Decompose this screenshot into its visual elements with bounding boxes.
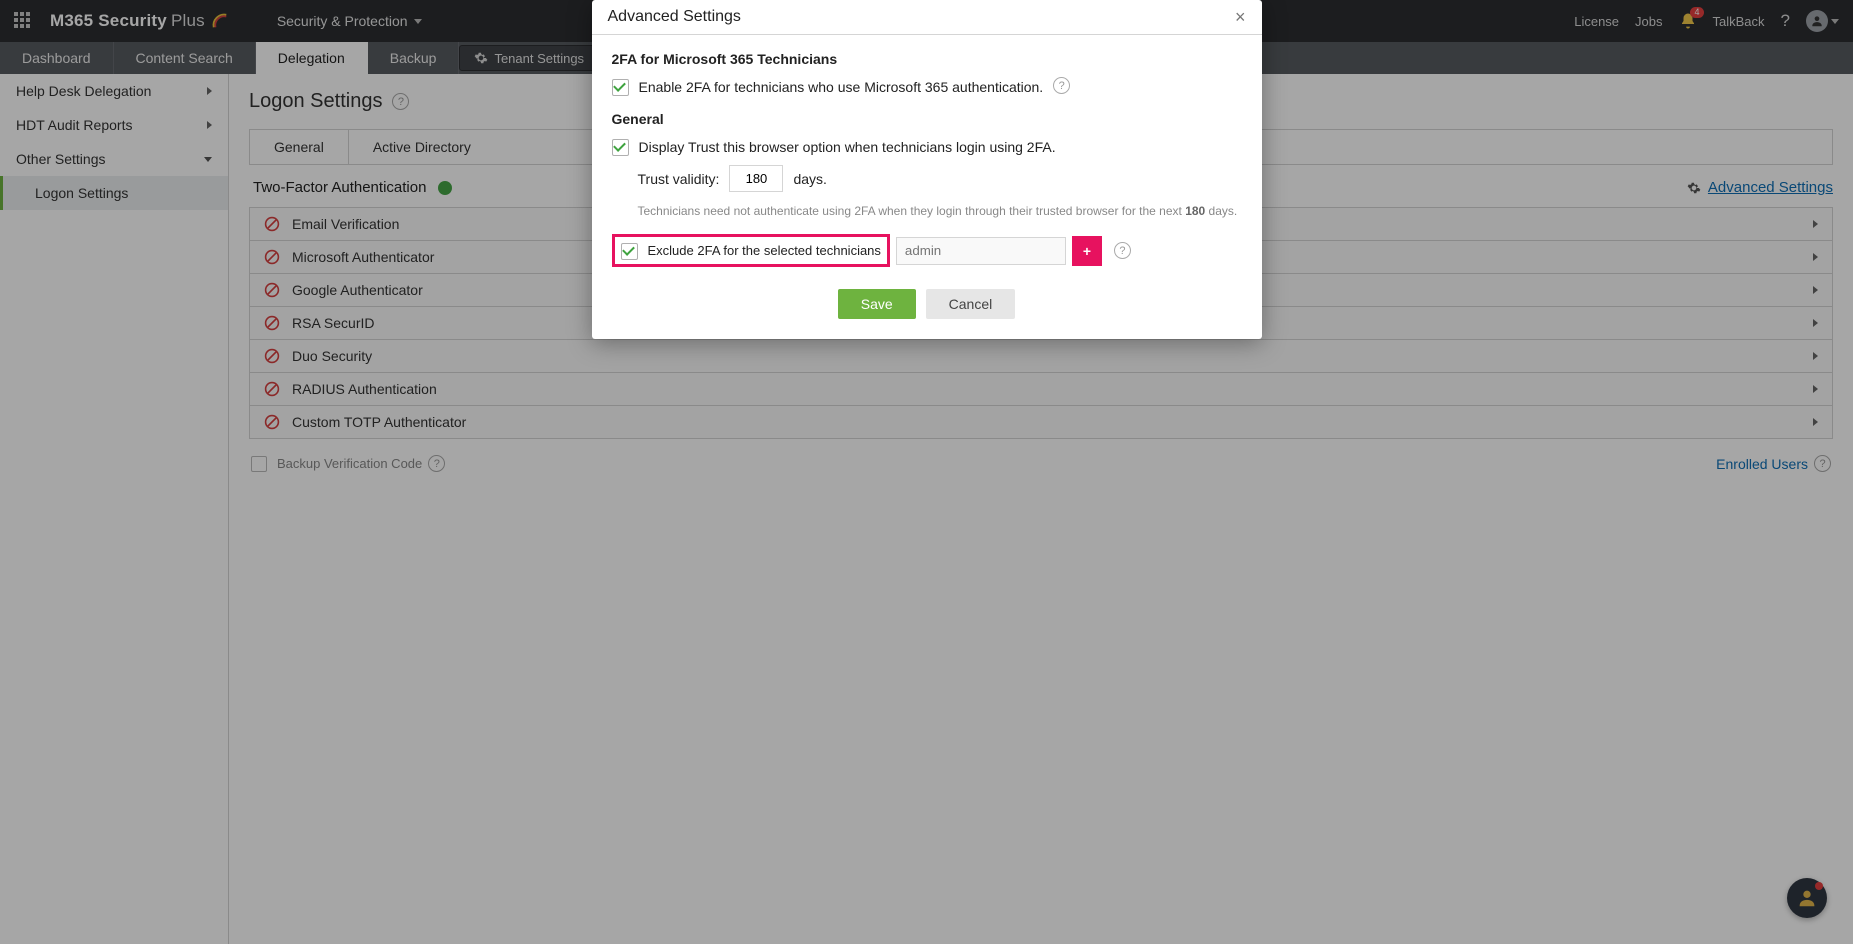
trust-validity-row: Trust validity: days. [638, 165, 1242, 192]
section-title-365: 2FA for Microsoft 365 Technicians [612, 51, 1242, 67]
close-icon[interactable]: × [1235, 8, 1246, 26]
exclude-tech-input[interactable] [896, 237, 1066, 265]
save-button[interactable]: Save [838, 289, 916, 319]
trust-days-input[interactable] [729, 165, 783, 192]
checkbox-exclude-2fa[interactable] [621, 243, 638, 260]
modal-buttons: Save Cancel [612, 289, 1242, 319]
row-label: Display Trust this browser option when t… [639, 137, 1056, 157]
add-tech-button[interactable]: + [1072, 236, 1102, 266]
exclude-highlight: Exclude 2FA for the selected technicians [612, 234, 890, 267]
modal-body: 2FA for Microsoft 365 Technicians Enable… [592, 35, 1262, 339]
note-post: days. [1205, 204, 1237, 218]
modal-title: Advanced Settings [608, 8, 741, 26]
checkbox-trust-browser[interactable] [612, 139, 629, 156]
row-enable-365-2fa: Enable 2FA for technicians who use Micro… [612, 77, 1242, 97]
help-icon[interactable]: ? [1114, 242, 1131, 259]
trust-label: Trust validity: [638, 171, 720, 187]
row-trust-browser: Display Trust this browser option when t… [612, 137, 1242, 157]
section-title-general: General [612, 111, 1242, 127]
row-label: Enable 2FA for technicians who use Micro… [639, 77, 1044, 97]
row-exclude-techs: Exclude 2FA for the selected technicians… [612, 234, 1242, 267]
help-icon[interactable]: ? [1053, 77, 1070, 94]
modal-header: Advanced Settings × [592, 0, 1262, 35]
checkbox-365-2fa[interactable] [612, 79, 629, 96]
modal-overlay: Advanced Settings × 2FA for Microsoft 36… [0, 0, 1853, 944]
trust-unit: days. [793, 171, 826, 187]
trust-note: Technicians need not authenticate using … [638, 204, 1238, 218]
advanced-settings-modal: Advanced Settings × 2FA for Microsoft 36… [592, 0, 1262, 339]
note-bold: 180 [1185, 204, 1205, 218]
row-label: Exclude 2FA for the selected technicians [648, 243, 881, 258]
note-pre: Technicians need not authenticate using … [638, 204, 1186, 218]
cancel-button[interactable]: Cancel [926, 289, 1016, 319]
